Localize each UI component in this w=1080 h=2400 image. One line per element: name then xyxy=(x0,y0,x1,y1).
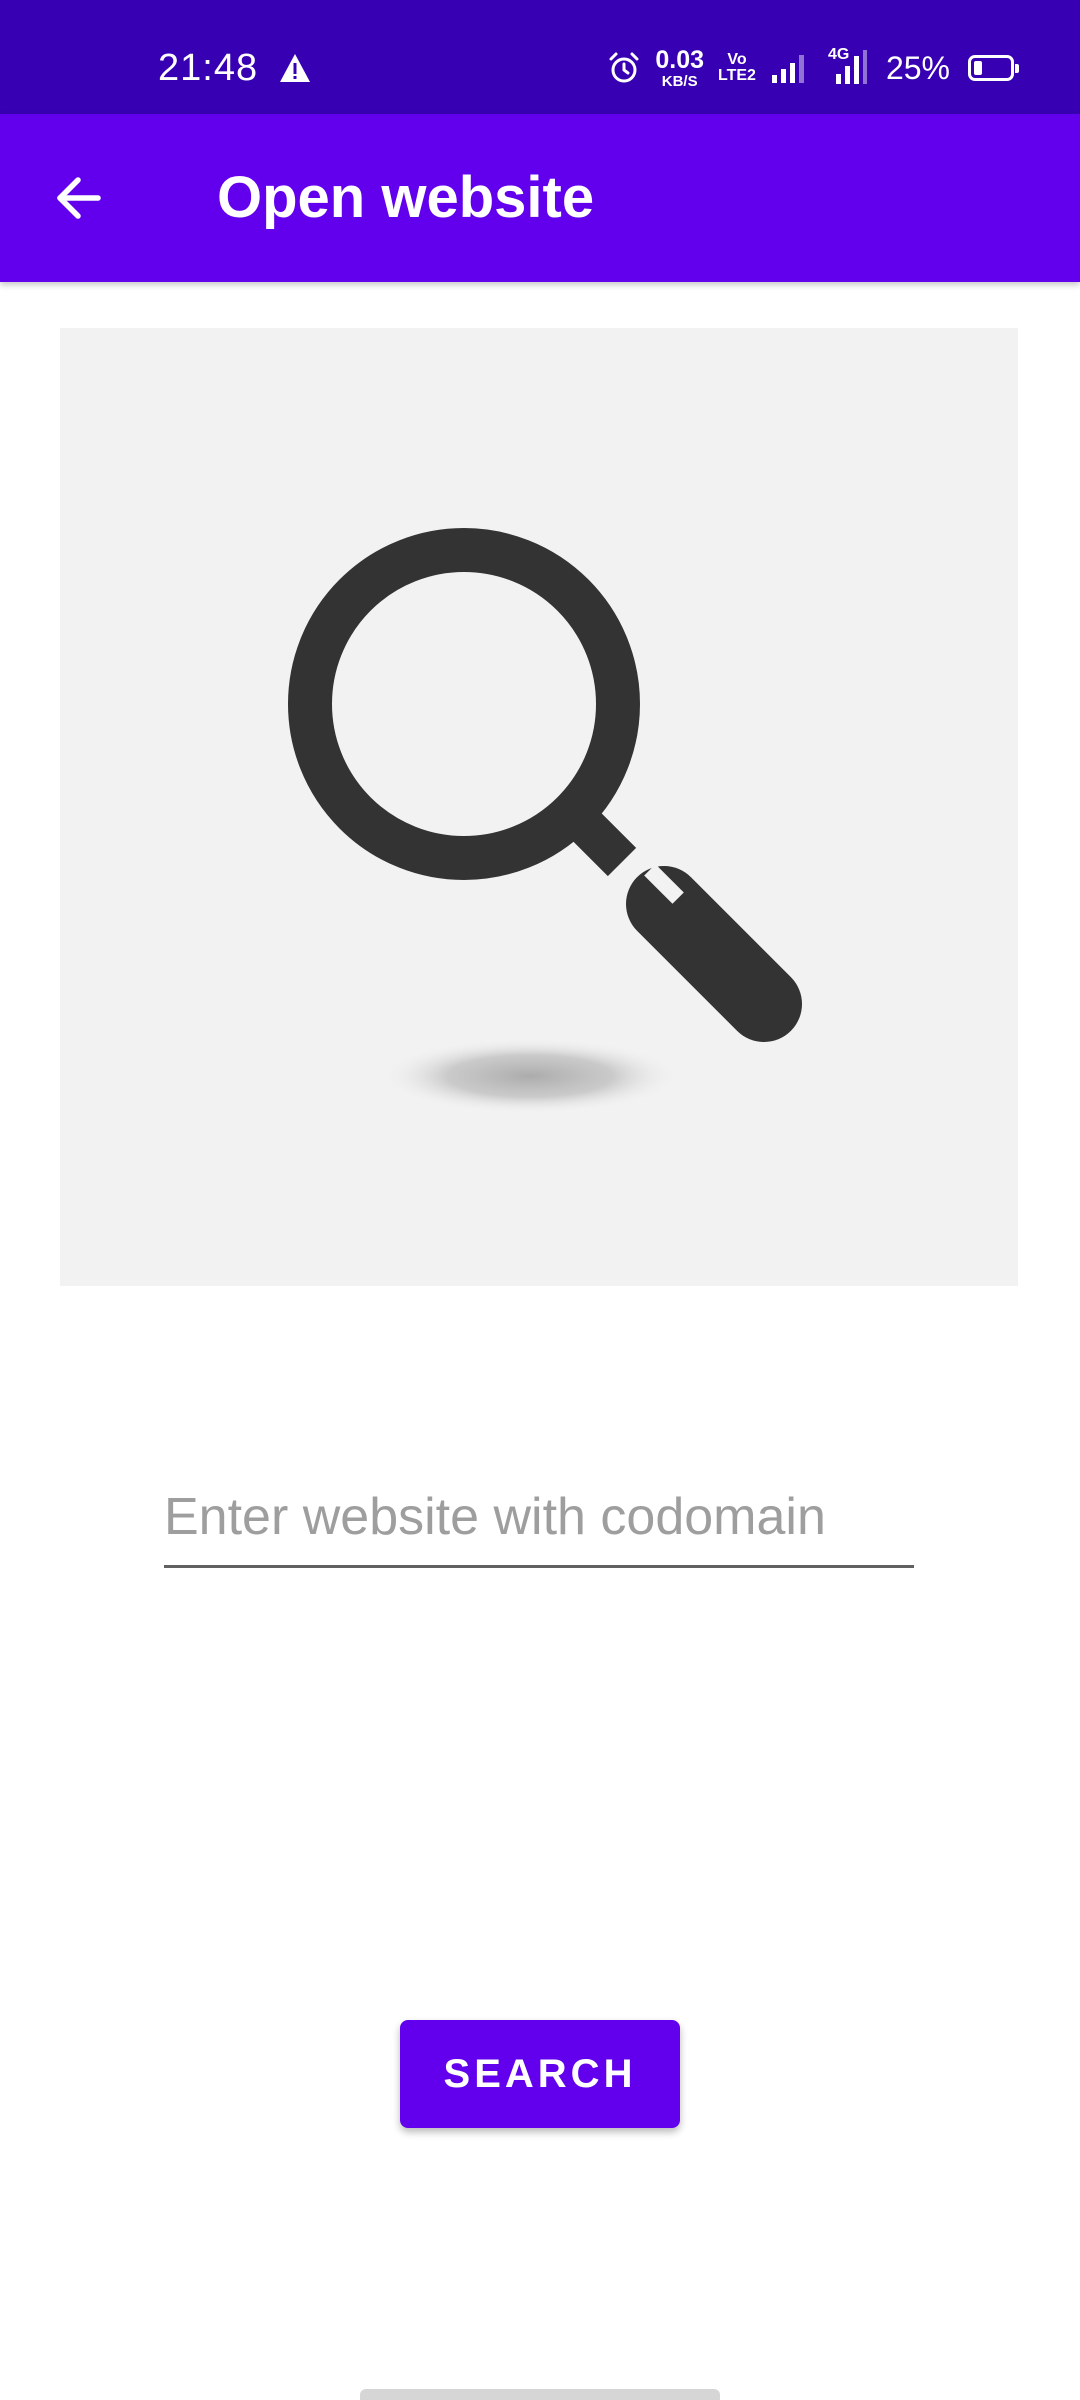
page-title: Open website xyxy=(217,165,595,230)
battery-icon xyxy=(968,55,1019,81)
volte-bottom-label: LTE2 xyxy=(718,67,756,84)
search-button[interactable]: SEARCH xyxy=(400,2020,680,2128)
network-speed-unit: KB/S xyxy=(661,72,698,90)
network-4g: 4G xyxy=(824,46,868,88)
magnifier-icon xyxy=(288,528,802,1114)
status-time: 21:48 xyxy=(158,47,259,89)
gesture-nav-handle[interactable] xyxy=(360,2389,720,2400)
signal-icon xyxy=(771,55,804,83)
status-icons: 0.03 KB/S Vo LTE2 4G 25% xyxy=(607,42,1019,94)
volte-indicator: Vo LTE2 xyxy=(718,52,756,84)
arrow-back-icon xyxy=(57,177,101,219)
volte-top-label: Vo xyxy=(727,51,747,68)
website-input[interactable] xyxy=(164,1478,914,1568)
signal-4g-icon xyxy=(835,50,867,84)
status-bar: 21:48 0.03 KB/S Vo LTE2 4G 25% xyxy=(0,0,1080,114)
alarm-icon xyxy=(609,52,639,83)
warning-icon xyxy=(280,54,310,82)
network-speed: 0.03 KB/S xyxy=(655,45,705,90)
battery-fill xyxy=(974,61,982,75)
network-speed-value: 0.03 xyxy=(655,45,705,74)
app-bar: Open website xyxy=(0,114,1080,282)
back-button[interactable] xyxy=(36,156,120,240)
hero-image xyxy=(60,328,1018,1286)
website-input-container xyxy=(164,1478,914,1570)
battery-percent: 25% xyxy=(885,49,950,86)
